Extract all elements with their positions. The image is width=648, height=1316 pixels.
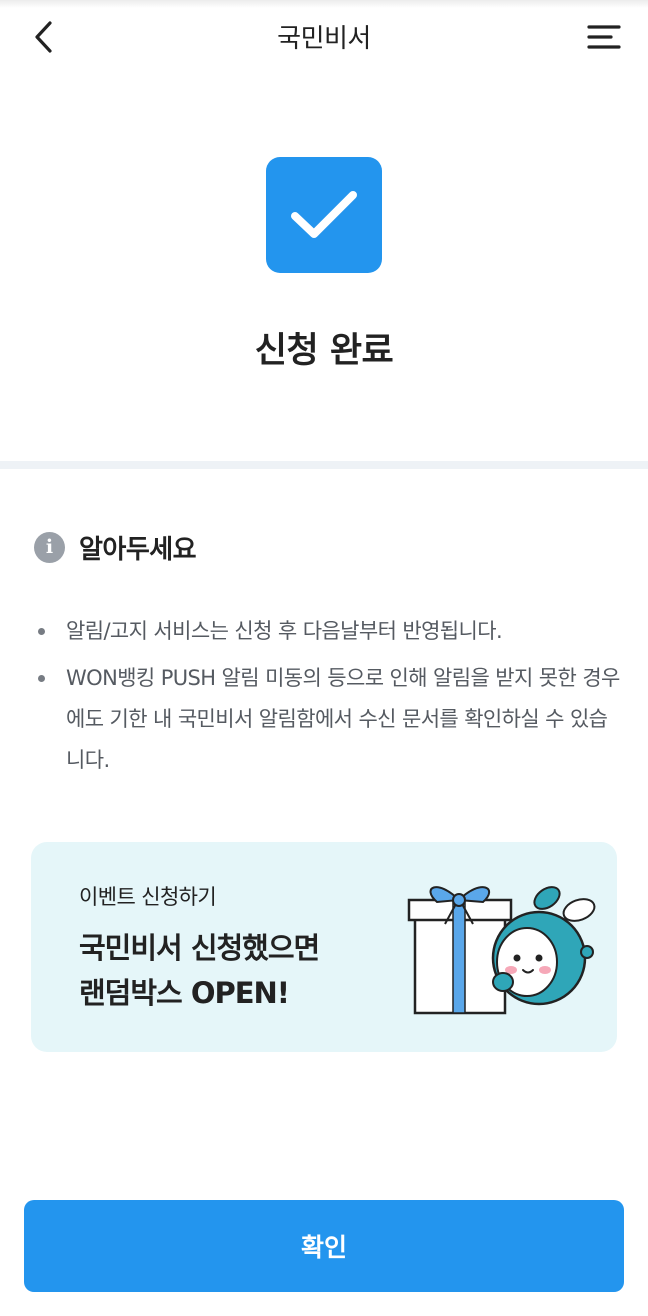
banner-title-line2: 랜덤박스 OPEN! <box>79 976 290 1010</box>
completion-title: 신청 완료 <box>254 331 394 371</box>
notice-item: 알림/고지 서비스는 신청 후 다음날부터 반영됩니다. <box>34 611 624 652</box>
banner-subtitle: 이벤트 신청하기 <box>79 885 217 909</box>
checkmark-icon <box>291 191 357 238</box>
success-check-badge <box>266 157 382 273</box>
section-divider <box>0 461 648 469</box>
banner-title: 국민비서 신청했으면 랜덤박스 OPEN! <box>79 926 409 1016</box>
banner-title-line1: 국민비서 신청했으면 <box>79 931 320 965</box>
notice-title: 알아두세요 <box>79 534 197 565</box>
gift-box-mascot-illustration <box>407 886 596 1015</box>
notice-header: i 알아두세요 <box>34 527 197 567</box>
info-icon: i <box>34 531 65 563</box>
page-title: 국민비서 <box>277 24 371 54</box>
event-banner[interactable]: 이벤트 신청하기 국민비서 신청했으면 랜덤박스 OPEN! <box>31 842 617 1052</box>
notice-list: 알림/고지 서비스는 신청 후 다음날부터 반영됩니다. WON뱅킹 PUSH … <box>34 611 624 787</box>
menu-button[interactable] <box>582 16 626 58</box>
app-header: 국민비서 <box>0 0 648 74</box>
application-complete-screen: 국민비서 신청 완료 i 알아두세요 알림/고지 서비스는 신청 후 다음날부터… <box>0 0 648 1316</box>
confirm-button[interactable]: 확인 <box>24 1200 624 1292</box>
hamburger-menu-icon <box>587 25 621 49</box>
notice-item: WON뱅킹 PUSH 알림 미동의 등으로 인해 알림을 받지 못한 경우에도 … <box>34 658 624 781</box>
